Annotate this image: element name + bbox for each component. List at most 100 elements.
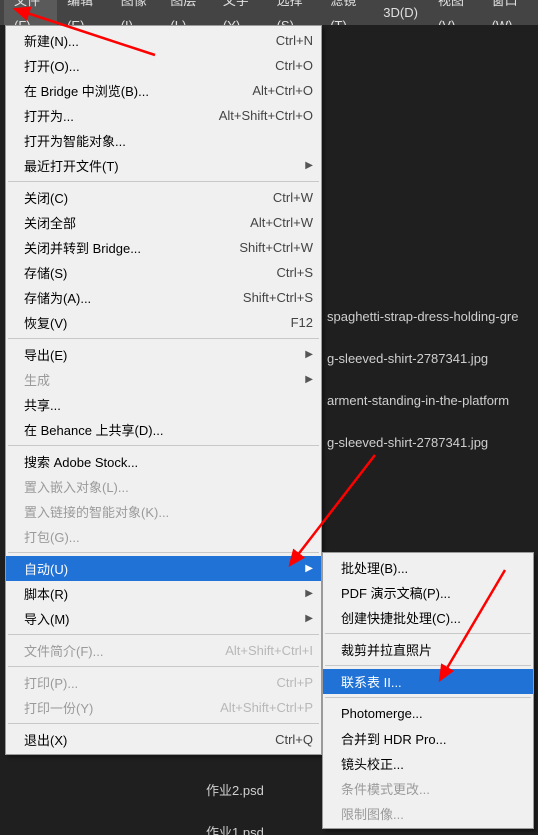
menu-item-label: 打印(P)...	[24, 673, 265, 692]
submenu-arrow-icon: ▶	[301, 613, 313, 624]
menu-separator	[8, 666, 319, 667]
menu-item[interactable]: 恢复(V)F12	[6, 310, 321, 335]
menu-item-label: 在 Behance 上共享(D)...	[24, 420, 313, 439]
menu-item-shortcut: Ctrl+O	[263, 58, 313, 73]
menu-item-label: 创建快捷批处理(C)...	[341, 608, 525, 627]
menu-item-shortcut: F12	[279, 315, 313, 330]
submenu-arrow-icon: ▶	[301, 374, 313, 385]
menu-separator	[8, 634, 319, 635]
document-item[interactable]: 作业2.psd	[206, 780, 264, 799]
menu-separator	[8, 723, 319, 724]
menu-item-label: 置入链接的智能对象(K)...	[24, 502, 313, 521]
menu-item-label: 文件简介(F)...	[24, 641, 213, 660]
menu-item-label: 打开为智能对象...	[24, 131, 313, 150]
menu-item[interactable]: 合并到 HDR Pro...	[323, 726, 533, 751]
menu-item[interactable]: 关闭(C)Ctrl+W	[6, 185, 321, 210]
document-item[interactable]: arment-standing-in-the-platform	[327, 393, 509, 408]
menu-item[interactable]: 退出(X)Ctrl+Q	[6, 727, 321, 752]
auto-submenu: 批处理(B)... PDF 演示文稿(P)... 创建快捷批处理(C)... 裁剪并拉…	[322, 552, 534, 829]
menu-item: 置入链接的智能对象(K)...	[6, 499, 321, 524]
menu-item-shortcut: Ctrl+Q	[263, 732, 313, 747]
menu-item-label: 裁剪并拉直照片	[341, 640, 525, 659]
menu-item-label: 导出(E)	[24, 345, 301, 364]
menu-item-label: 关闭(C)	[24, 188, 261, 207]
menu-item-shortcut: Alt+Ctrl+O	[240, 83, 313, 98]
menu-item-label: 恢复(V)	[24, 313, 279, 332]
menu-separator	[8, 181, 319, 182]
menu-item-label: 存储(S)	[24, 263, 265, 282]
menu-item-shortcut: Alt+Shift+Ctrl+O	[207, 108, 313, 123]
menu-item[interactable]: 导入(M)▶	[6, 606, 321, 631]
menu-item[interactable]: 存储为(A)...Shift+Ctrl+S	[6, 285, 321, 310]
menu-item[interactable]: Photomerge...	[323, 701, 533, 726]
menu-item: 打印一份(Y)Alt+Shift+Ctrl+P	[6, 695, 321, 720]
submenu-arrow-icon: ▶	[301, 588, 313, 599]
submenu-arrow-icon: ▶	[301, 349, 313, 360]
menu-separator	[8, 445, 319, 446]
menu-item[interactable]: 关闭并转到 Bridge...Shift+Ctrl+W	[6, 235, 321, 260]
menu-item-label: 条件模式更改...	[341, 779, 525, 798]
menu-item[interactable]: 在 Bridge 中浏览(B)...Alt+Ctrl+O	[6, 78, 321, 103]
document-item[interactable]: 作业1.psd	[206, 822, 264, 835]
menu-item-label: PDF 演示文稿(P)...	[341, 583, 525, 602]
menu-item-shortcut: Alt+Shift+Ctrl+P	[208, 700, 313, 715]
menu-item-label: 在 Bridge 中浏览(B)...	[24, 81, 240, 100]
menu-item[interactable]: 搜索 Adobe Stock...	[6, 449, 321, 474]
menu-item[interactable]: 自动(U)▶	[6, 556, 321, 581]
submenu-arrow-icon: ▶	[301, 563, 313, 574]
menu-item[interactable]: 批处理(B)...	[323, 555, 533, 580]
menu-separator	[8, 338, 319, 339]
menu-item-label: 存储为(A)...	[24, 288, 231, 307]
menu-item[interactable]: 裁剪并拉直照片	[323, 637, 533, 662]
menu-item: 置入嵌入对象(L)...	[6, 474, 321, 499]
menu-item-label: 批处理(B)...	[341, 558, 525, 577]
menubar-item[interactable]: 3D(D)	[373, 0, 428, 25]
menu-item-label: 打开(O)...	[24, 56, 263, 75]
menu-item: 条件模式更改...	[323, 776, 533, 801]
menu-item-label: 置入嵌入对象(L)...	[24, 477, 313, 496]
menu-item-shortcut: Shift+Ctrl+S	[231, 290, 313, 305]
menu-item[interactable]: PDF 演示文稿(P)...	[323, 580, 533, 605]
menu-item-label: Photomerge...	[341, 706, 525, 721]
menu-item-label: 镜头校正...	[341, 754, 525, 773]
document-item[interactable]: g-sleeved-shirt-2787341.jpg	[327, 351, 488, 366]
menu-item-label: 关闭全部	[24, 213, 238, 232]
menu-item-label: 生成	[24, 370, 301, 389]
menu-item[interactable]: 打开为智能对象...	[6, 128, 321, 153]
menu-item[interactable]: 关闭全部Alt+Ctrl+W	[6, 210, 321, 235]
menu-item: 打包(G)...	[6, 524, 321, 549]
menu-item[interactable]: 镜头校正...	[323, 751, 533, 776]
menu-item-label: 关闭并转到 Bridge...	[24, 238, 227, 257]
menubar: 文件(F)编辑(E)图像(I)图层(L)文字(Y)选择(S)滤镜(T)3D(D)…	[0, 0, 538, 26]
menu-item[interactable]: 打开(O)...Ctrl+O	[6, 53, 321, 78]
menu-item[interactable]: 最近打开文件(T)▶	[6, 153, 321, 178]
menu-item: 限制图像...	[323, 801, 533, 826]
menu-item-label: 退出(X)	[24, 730, 263, 749]
menu-item[interactable]: 存储(S)Ctrl+S	[6, 260, 321, 285]
menu-item[interactable]: 在 Behance 上共享(D)...	[6, 417, 321, 442]
document-item[interactable]: g-sleeved-shirt-2787341.jpg	[327, 435, 488, 450]
menu-separator	[325, 633, 531, 634]
menu-item[interactable]: 联系表 II...	[323, 669, 533, 694]
menu-item-label: 新建(N)...	[24, 31, 264, 50]
menu-item-shortcut: Alt+Shift+Ctrl+I	[213, 643, 313, 658]
menu-item-label: 共享...	[24, 395, 313, 414]
menu-item: 生成▶	[6, 367, 321, 392]
menu-separator	[325, 697, 531, 698]
submenu-arrow-icon: ▶	[301, 160, 313, 171]
menu-item-label: 搜索 Adobe Stock...	[24, 452, 313, 471]
menu-item: 打印(P)...Ctrl+P	[6, 670, 321, 695]
menu-item-shortcut: Ctrl+W	[261, 190, 313, 205]
menu-item[interactable]: 脚本(R)▶	[6, 581, 321, 606]
menu-item-label: 自动(U)	[24, 559, 301, 578]
menu-item-shortcut: Ctrl+N	[264, 33, 313, 48]
menu-item[interactable]: 打开为...Alt+Shift+Ctrl+O	[6, 103, 321, 128]
document-item[interactable]: spaghetti-strap-dress-holding-gre	[327, 309, 518, 324]
menu-item[interactable]: 共享...	[6, 392, 321, 417]
menu-item-shortcut: Ctrl+P	[265, 675, 313, 690]
menu-item[interactable]: 新建(N)...Ctrl+N	[6, 28, 321, 53]
menu-item[interactable]: 创建快捷批处理(C)...	[323, 605, 533, 630]
menu-item-label: 打开为...	[24, 106, 207, 125]
menu-item[interactable]: 导出(E)▶	[6, 342, 321, 367]
menu-item-label: 打包(G)...	[24, 527, 313, 546]
